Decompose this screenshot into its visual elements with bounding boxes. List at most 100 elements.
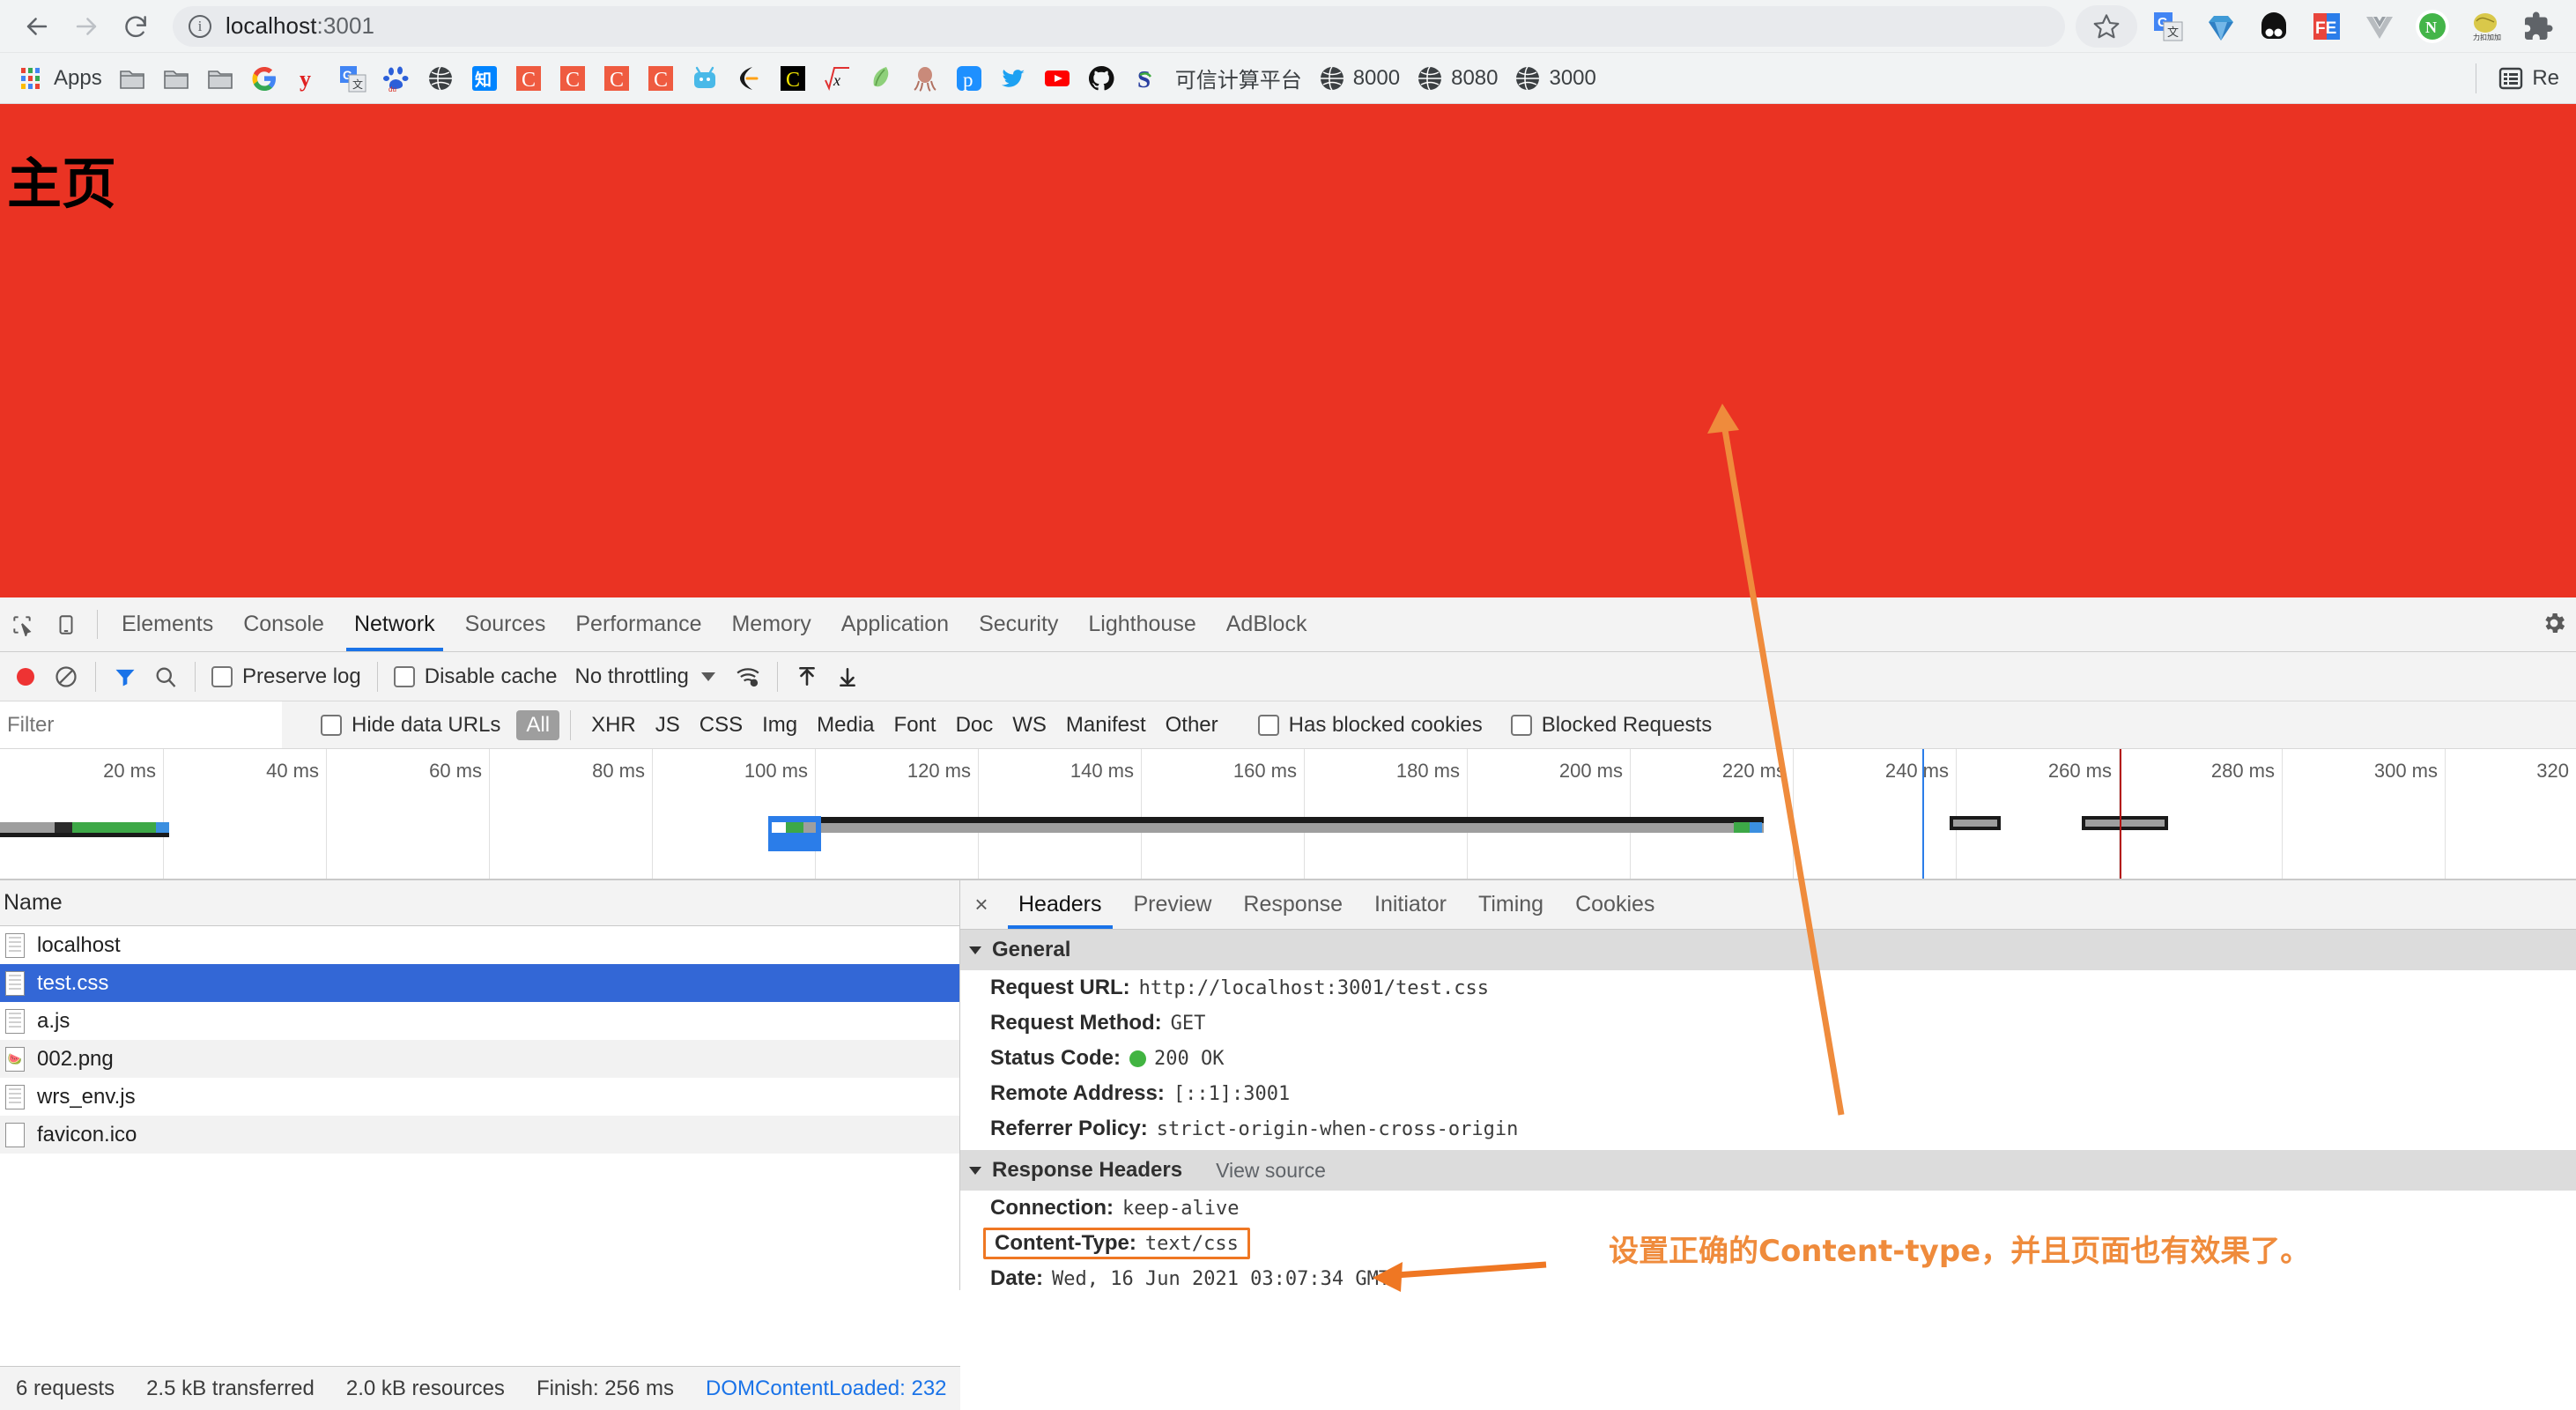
bookmark-leaf[interactable]: [859, 59, 903, 98]
eyes-icon[interactable]: [2255, 8, 2292, 45]
filter-type-doc[interactable]: Doc: [946, 710, 1003, 740]
view-source-link[interactable]: View source: [1216, 1159, 1326, 1183]
network-conditions-icon[interactable]: [728, 657, 768, 697]
table-row[interactable]: wrs_env.js: [0, 1078, 959, 1116]
bookmark-port-8080[interactable]: 8080: [1408, 59, 1506, 98]
bookmark-math[interactable]: x: [815, 59, 859, 98]
forward-button[interactable]: [62, 2, 111, 51]
bookmark-yandex[interactable]: y: [286, 59, 330, 98]
filter-type-manifest[interactable]: Manifest: [1056, 710, 1156, 740]
table-row[interactable]: test.css: [0, 964, 959, 1002]
bookmark-c-black[interactable]: C: [771, 59, 815, 98]
bookmark-c-2[interactable]: C: [551, 59, 595, 98]
request-list-header[interactable]: Name: [0, 880, 959, 926]
filter-type-img[interactable]: Img: [752, 710, 807, 740]
tab-initiator[interactable]: Initiator: [1358, 880, 1462, 929]
bookmark-star-button[interactable]: [2076, 5, 2137, 48]
bookmark-s-logo[interactable]: S: [1123, 59, 1167, 98]
search-icon[interactable]: [145, 657, 186, 697]
tab-console[interactable]: Console: [228, 597, 339, 651]
table-row[interactable]: localhost: [0, 926, 959, 964]
checkbox-box[interactable]: [1258, 715, 1279, 736]
bookmark-folder-2[interactable]: [154, 59, 198, 98]
bookmark-youtube[interactable]: [1035, 59, 1079, 98]
filter-toggle-icon[interactable]: [105, 657, 145, 697]
filter-type-all[interactable]: All: [516, 710, 559, 740]
filter-type-media[interactable]: Media: [807, 710, 884, 740]
bookmark-google[interactable]: [242, 59, 286, 98]
bookmark-c-1[interactable]: C: [507, 59, 551, 98]
record-button[interactable]: [5, 657, 46, 697]
tab-network[interactable]: Network: [339, 597, 450, 651]
export-har-icon[interactable]: [827, 657, 868, 697]
checkbox-box[interactable]: [1511, 715, 1532, 736]
general-section-header[interactable]: General: [960, 930, 2576, 970]
bookmark-c-4[interactable]: C: [639, 59, 683, 98]
bookmark-port-8000[interactable]: 8000: [1310, 59, 1408, 98]
filter-type-xhr[interactable]: XHR: [581, 710, 646, 740]
bookmark-c-3[interactable]: C: [595, 59, 639, 98]
tab-application[interactable]: Application: [826, 597, 964, 651]
tab-elements[interactable]: Elements: [107, 597, 228, 651]
tab-security[interactable]: Security: [964, 597, 1073, 651]
google-translate-icon[interactable]: G文: [2150, 8, 2187, 45]
inspect-element-icon[interactable]: [0, 597, 44, 651]
tab-performance[interactable]: Performance: [560, 597, 716, 651]
bookmark-twitter[interactable]: [991, 59, 1035, 98]
bookmark-squid[interactable]: [903, 59, 947, 98]
filter-type-js[interactable]: JS: [646, 710, 690, 740]
address-bar[interactable]: i localhost:3001: [173, 6, 2065, 47]
bookmark-baidu[interactable]: du: [374, 59, 418, 98]
bookmark-leetcode[interactable]: [727, 59, 771, 98]
reload-button[interactable]: [111, 2, 160, 51]
site-info-icon[interactable]: i: [189, 15, 211, 38]
vue-devtools-icon[interactable]: [2361, 8, 2398, 45]
throttling-select[interactable]: No throttling: [574, 664, 714, 689]
close-icon[interactable]: ×: [960, 880, 1003, 929]
tab-memory[interactable]: Memory: [716, 597, 825, 651]
table-row[interactable]: a.js: [0, 1002, 959, 1040]
network-overview-timeline[interactable]: 20 ms 40 ms 60 ms 80 ms 100 ms 120 ms 14…: [0, 749, 2576, 879]
checkbox-box[interactable]: [211, 666, 233, 687]
table-row[interactable]: 🍉 002.png: [0, 1040, 959, 1078]
devtools-settings-icon[interactable]: [2541, 610, 2567, 641]
disable-cache-checkbox[interactable]: Disable cache: [387, 664, 565, 689]
has-blocked-cookies-checkbox[interactable]: Has blocked cookies: [1251, 713, 1490, 738]
tab-sources[interactable]: Sources: [450, 597, 561, 651]
blocked-requests-checkbox[interactable]: Blocked Requests: [1504, 713, 1719, 738]
preserve-log-checkbox[interactable]: Preserve log: [204, 664, 368, 689]
checkbox-box[interactable]: [394, 666, 415, 687]
bookmark-bilibili[interactable]: [683, 59, 727, 98]
tab-preview[interactable]: Preview: [1118, 880, 1228, 929]
bookmark-zhihu[interactable]: 知: [463, 59, 507, 98]
filter-type-css[interactable]: CSS: [690, 710, 752, 740]
hide-data-urls-checkbox[interactable]: Hide data URLs: [314, 713, 507, 738]
tab-timing[interactable]: Timing: [1462, 880, 1559, 929]
bookmark-github[interactable]: [1079, 59, 1123, 98]
brain-icon[interactable]: 力扣加加: [2467, 8, 2504, 45]
tab-response[interactable]: Response: [1227, 880, 1358, 929]
response-headers-section-header[interactable]: Response Headers View source: [960, 1150, 2576, 1191]
checkbox-box[interactable]: [321, 715, 342, 736]
bookmark-trusted-compute[interactable]: 可信计算平台: [1167, 59, 1310, 98]
back-button[interactable]: [12, 2, 62, 51]
filter-type-ws[interactable]: WS: [1003, 710, 1056, 740]
tab-cookies[interactable]: Cookies: [1559, 880, 1670, 929]
apps-shortcut[interactable]: Apps: [11, 59, 110, 98]
filter-input[interactable]: [0, 701, 282, 748]
filter-type-other[interactable]: Other: [1156, 710, 1228, 740]
tab-headers[interactable]: Headers: [1003, 880, 1118, 929]
tab-adblock[interactable]: AdBlock: [1211, 597, 1322, 651]
clear-button[interactable]: [46, 657, 86, 697]
nginx-icon[interactable]: N: [2414, 8, 2451, 45]
bookmark-folder-1[interactable]: [110, 59, 154, 98]
bookmark-p-blue[interactable]: p: [947, 59, 991, 98]
bookmark-translate[interactable]: G文: [330, 59, 374, 98]
device-toolbar-icon[interactable]: [44, 597, 88, 651]
chevron-down-icon[interactable]: [701, 672, 715, 681]
diamond-icon[interactable]: [2202, 8, 2239, 45]
bookmark-globe-dark-1[interactable]: [418, 59, 463, 98]
tab-lighthouse[interactable]: Lighthouse: [1073, 597, 1210, 651]
table-row[interactable]: favicon.ico: [0, 1116, 959, 1154]
puzzle-extensions-icon[interactable]: [2520, 8, 2557, 45]
